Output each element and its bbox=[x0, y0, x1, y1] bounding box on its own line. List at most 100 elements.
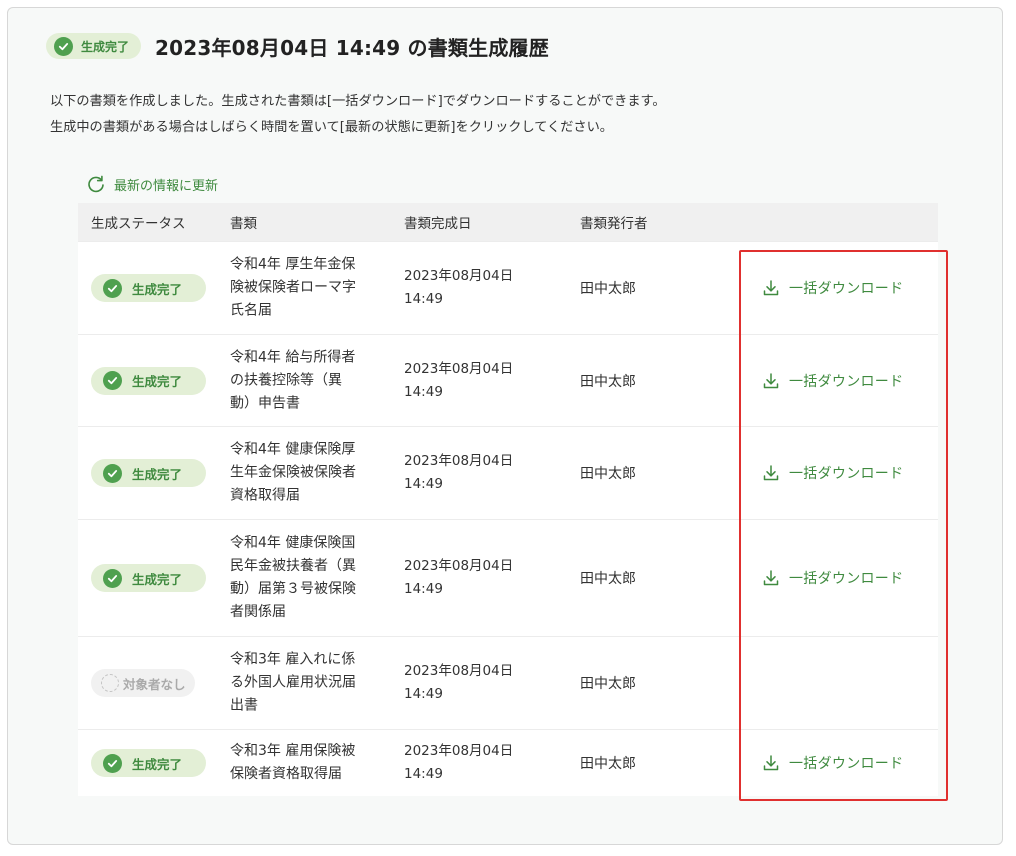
document-name-line: 令和3年 雇入れに係 bbox=[230, 651, 356, 668]
completion-date-day: 2023年08月04日 bbox=[404, 360, 514, 377]
document-name-line: 生年金保険被保険者 bbox=[230, 464, 356, 481]
status-label: 生成完了 bbox=[132, 374, 183, 389]
check-circle-icon bbox=[103, 753, 122, 773]
table-row: 対象者なし 令和3年 雇入れに係 る外国人雇用状況届 出書 2023年08月04… bbox=[78, 636, 938, 729]
table-row: 生成完了 令和4年 厚生年金保 険被保険者ローマ字 氏名届 2023年08月04… bbox=[78, 241, 938, 334]
issuer-name: 田中太郎 bbox=[580, 466, 636, 482]
bulk-download-button[interactable]: 一括ダウンロード bbox=[762, 278, 903, 298]
completion-date-day: 2023年08月04日 bbox=[404, 663, 514, 679]
status-label: 生成完了 bbox=[132, 756, 183, 772]
bulk-download-label: 一括ダウンロード bbox=[789, 281, 904, 297]
issuer-name: 田中太郎 bbox=[580, 373, 636, 390]
document-name-line: 令和4年 厚生年金保 bbox=[230, 256, 356, 273]
document-name-line: 令和3年 雇用保険被 bbox=[230, 743, 356, 759]
download-icon bbox=[763, 280, 779, 296]
column-header-issuer: 書類発行者 bbox=[580, 216, 648, 232]
bulk-download-label: 一括ダウンロード bbox=[789, 571, 904, 587]
dashed-circle-icon bbox=[101, 674, 119, 692]
document-name-line: 民年金被扶養者（異 bbox=[230, 558, 356, 574]
document-name-line: 令和4年 健康保険厚 bbox=[230, 441, 356, 458]
completion-date-time: 14:49 bbox=[404, 476, 443, 492]
document-name: 令和3年 雇用保険被 保険者資格取得届 bbox=[230, 740, 390, 786]
document-name: 令和3年 雇入れに係 る外国人雇用状況届 出書 bbox=[230, 649, 390, 718]
download-icon bbox=[763, 372, 779, 388]
status-badge-label: 生成完了 bbox=[81, 39, 130, 54]
table-row: 生成完了 令和3年 雇用保険被 保険者資格取得届 2023年08月04日 14:… bbox=[78, 729, 938, 796]
status-label: 生成完了 bbox=[132, 466, 183, 482]
document-name-line: 者関係届 bbox=[230, 604, 286, 620]
description-line-1: 以下の書類を作成しました。生成された書類は[一括ダウンロード]でダウンロードする… bbox=[50, 94, 666, 109]
completion-date: 2023年08月04日 14:49 bbox=[404, 450, 513, 496]
document-name-line: 出書 bbox=[230, 697, 258, 714]
document-name: 令和4年 健康保険厚 生年金保険被保険者 資格取得届 bbox=[230, 439, 390, 508]
completion-date-day: 2023年08月04日 bbox=[404, 558, 514, 574]
completion-date: 2023年08月04日 14:49 bbox=[404, 555, 513, 601]
document-name-line: る外国人雇用状況届 bbox=[230, 674, 356, 691]
check-circle-icon bbox=[103, 278, 122, 298]
document-name: 令和4年 健康保険国 民年金被扶養者（異 動）届第３号被保険 者関係届 bbox=[230, 532, 390, 624]
status-badge: 生成完了 bbox=[91, 749, 206, 777]
check-circle-icon bbox=[103, 371, 122, 390]
issuer-name: 田中太郎 bbox=[580, 756, 636, 772]
bulk-download-label: 一括ダウンロード bbox=[789, 373, 904, 390]
column-header-document: 書類 bbox=[230, 216, 257, 232]
issuer-name: 田中太郎 bbox=[580, 676, 636, 692]
issuer-name: 田中太郎 bbox=[580, 281, 636, 297]
document-name-line: 令和4年 健康保険国 bbox=[230, 535, 356, 551]
description-line-2: 生成中の書類がある場合はしばらく時間を置いて[最新の状態に更新]をクリックしてく… bbox=[50, 120, 613, 135]
check-circle-icon bbox=[103, 463, 122, 483]
bulk-download-button[interactable]: 一括ダウンロード bbox=[762, 568, 903, 588]
bulk-download-button[interactable]: 一括ダウンロード bbox=[762, 463, 903, 483]
page-header: 生成完了 2023年08月04日 14:49 の書類生成履歴 bbox=[46, 31, 549, 61]
bulk-download-button[interactable]: 一括ダウンロード bbox=[762, 753, 903, 773]
table-row: 生成完了 令和4年 健康保険厚 生年金保険被保険者 資格取得届 2023年08月… bbox=[78, 426, 938, 519]
completion-date-day: 2023年08月04日 bbox=[404, 453, 514, 469]
status-badge: 生成完了 bbox=[91, 366, 206, 395]
document-name-line: 動）届第３号被保険 bbox=[230, 581, 356, 597]
table-row: 生成完了 令和4年 健康保険国 民年金被扶養者（異 動）届第３号被保険 者関係届… bbox=[78, 519, 938, 636]
table-header: 生成ステータス 書類 書類完成日 書類発行者 bbox=[78, 203, 938, 241]
completion-date: 2023年08月04日 14:49 bbox=[404, 358, 513, 404]
status-badge: 生成完了 bbox=[91, 274, 206, 302]
download-icon bbox=[763, 755, 779, 771]
completion-date-time: 14:49 bbox=[404, 581, 443, 597]
status-label: 生成完了 bbox=[132, 571, 183, 587]
status-badge: 生成完了 bbox=[91, 564, 206, 592]
column-header-status: 生成ステータス bbox=[91, 216, 186, 232]
completion-date: 2023年08月04日 14:49 bbox=[404, 265, 513, 311]
completion-date: 2023年08月04日 14:49 bbox=[404, 740, 513, 786]
document-name-line: 氏名届 bbox=[230, 302, 272, 319]
completion-date: 2023年08月04日 14:49 bbox=[404, 660, 513, 706]
document-name: 令和4年 厚生年金保 険被保険者ローマ字 氏名届 bbox=[230, 254, 390, 323]
document-name-line: 令和4年 給与所得者 bbox=[230, 349, 356, 365]
document-name-line: の扶養控除等（異 bbox=[230, 372, 342, 388]
check-circle-icon bbox=[54, 36, 73, 56]
completion-date-day: 2023年08月04日 bbox=[404, 743, 514, 759]
download-icon bbox=[763, 570, 779, 586]
document-name-line: 動）申告書 bbox=[230, 395, 300, 411]
refresh-label: 最新の情報に更新 bbox=[114, 178, 219, 194]
check-circle-icon bbox=[103, 568, 122, 588]
status-label: 対象者なし bbox=[123, 676, 186, 692]
bulk-download-label: 一括ダウンロード bbox=[789, 466, 904, 482]
document-name-line: 険被保険者ローマ字 bbox=[230, 279, 356, 296]
documents-table: 生成ステータス 書類 書類完成日 書類発行者 生成完了 令和4年 厚生年金保 険… bbox=[78, 203, 938, 796]
document-name-line: 保険者資格取得届 bbox=[230, 766, 342, 782]
bulk-download-button[interactable]: 一括ダウンロード bbox=[762, 371, 903, 391]
download-icon bbox=[763, 465, 779, 481]
completion-date-day: 2023年08月04日 bbox=[404, 268, 514, 284]
issuer-name: 田中太郎 bbox=[580, 571, 636, 587]
completion-date-time: 14:49 bbox=[404, 383, 443, 400]
status-badge: 生成完了 bbox=[46, 33, 142, 59]
status-label: 生成完了 bbox=[132, 281, 183, 297]
document-name-line: 資格取得届 bbox=[230, 487, 300, 504]
refresh-button[interactable]: 最新の情報に更新 bbox=[86, 174, 218, 194]
bulk-download-label: 一括ダウンロード bbox=[789, 756, 904, 772]
document-name: 令和4年 給与所得者 の扶養控除等（異 動）申告書 bbox=[230, 346, 390, 415]
status-badge-none: 対象者なし bbox=[91, 669, 195, 697]
status-badge: 生成完了 bbox=[91, 459, 206, 487]
table-row: 生成完了 令和4年 給与所得者 の扶養控除等（異 動）申告書 2023年08月0… bbox=[78, 334, 938, 426]
completion-date-time: 14:49 bbox=[404, 766, 443, 782]
completion-date-time: 14:49 bbox=[404, 291, 443, 307]
column-header-completion-date: 書類完成日 bbox=[404, 216, 472, 232]
